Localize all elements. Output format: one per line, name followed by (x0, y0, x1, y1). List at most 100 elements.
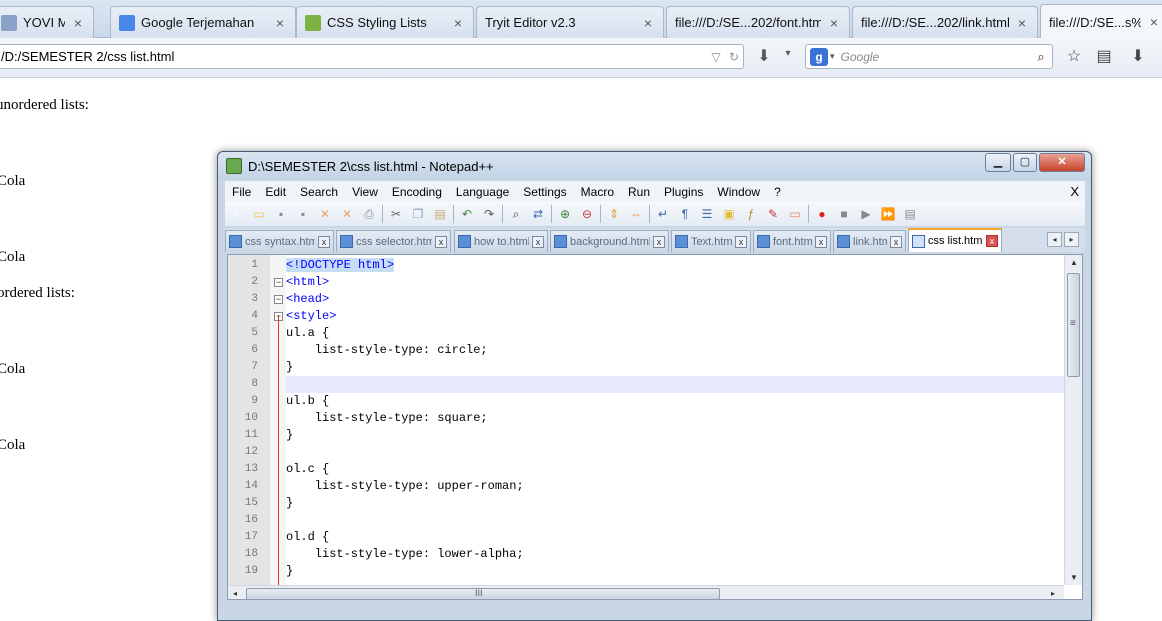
browser-tab[interactable]: Tryit Editor v2.3 × (476, 6, 664, 38)
horizontal-scrollbar[interactable]: ◂ III ▸ (228, 585, 1064, 599)
save-macro-icon[interactable]: ▤ (901, 205, 919, 223)
bookmark-star-icon[interactable]: ☆ (1063, 46, 1085, 68)
show-all-chars-icon[interactable]: ¶ (676, 205, 694, 223)
code-line[interactable]: } (286, 495, 1064, 512)
browser-tab[interactable]: YOVI MAHA ... × (0, 6, 94, 38)
save-icon[interactable]: ▪ (272, 205, 290, 223)
code-line[interactable] (286, 512, 1064, 529)
code-line[interactable]: ul.a { (286, 325, 1064, 342)
new-file-icon[interactable]: ▫ (228, 205, 246, 223)
download-dropdown-icon[interactable]: ▾ (780, 48, 796, 68)
sync-vertical-icon[interactable]: ⇕ (605, 205, 623, 223)
indent-guide-icon[interactable]: ☰ (698, 205, 716, 223)
close-document-icon[interactable]: X (1070, 184, 1085, 199)
open-file-icon[interactable]: ▭ (250, 205, 268, 223)
code-editor[interactable]: 12345678910111213141516171819 −−− <!DOCT… (227, 254, 1083, 600)
close-all-icon[interactable]: ✕ (338, 205, 356, 223)
menu-item[interactable]: Window (710, 185, 767, 199)
search-bar[interactable]: g ▾ Google ⌕ (805, 44, 1053, 69)
menu-item[interactable]: Macro (574, 185, 621, 199)
menu-item[interactable]: Settings (516, 185, 573, 199)
code-line[interactable] (286, 444, 1064, 461)
close-icon[interactable]: ✕ (316, 205, 334, 223)
horizontal-scroll-thumb[interactable]: III (246, 588, 720, 599)
menu-item[interactable]: Language (449, 185, 516, 199)
menu-item[interactable]: Search (293, 185, 345, 199)
window-title-bar[interactable]: D:\SEMESTER 2\css list.html - Notepad++ (218, 152, 1091, 180)
search-go-icon[interactable]: ⌕ (1030, 49, 1052, 65)
menu-item[interactable]: ? (767, 185, 788, 199)
menu-item[interactable]: View (345, 185, 385, 199)
document-tab[interactable]: css syntax.html x (225, 230, 334, 252)
code-line[interactable]: <html> (286, 274, 1064, 291)
code-line[interactable]: <head> (286, 291, 1064, 308)
save-all-icon[interactable]: ▪ (294, 205, 312, 223)
document-tab[interactable]: Text.html x (671, 230, 751, 252)
function-list-icon[interactable]: ƒ (742, 205, 760, 223)
menu-item[interactable]: Encoding (385, 185, 449, 199)
browser-tab[interactable]: Google Terjemahan × (110, 6, 296, 38)
monitoring-icon[interactable]: ▭ (786, 205, 804, 223)
minimize-button[interactable]: ▁ (985, 153, 1011, 172)
code-line[interactable]: list-style-type: square; (286, 410, 1064, 427)
code-line[interactable]: list-style-type: upper-roman; (286, 478, 1064, 495)
tab-close-icon[interactable]: × (451, 15, 465, 31)
tab-close-icon[interactable]: × (1147, 14, 1161, 30)
browser-tab[interactable]: file:///D:/SE...s%20list.html × (1040, 4, 1162, 39)
document-tab-close-icon[interactable]: x (435, 235, 447, 248)
copy-icon[interactable]: ❐ (409, 205, 427, 223)
vertical-scroll-thumb[interactable]: ≡ (1067, 273, 1080, 377)
zoom-out-icon[interactable]: ⊖ (578, 205, 596, 223)
document-tab-close-icon[interactable]: x (318, 235, 330, 248)
code-line[interactable]: ul.b { (286, 393, 1064, 410)
document-tab[interactable]: css list.html x (908, 228, 1002, 252)
sync-horizontal-icon[interactable]: ⇔ (627, 205, 645, 223)
document-tab[interactable]: how to.html x (454, 230, 548, 252)
scroll-right-icon[interactable]: ▸ (1051, 589, 1055, 598)
redo-icon[interactable]: ↷ (480, 205, 498, 223)
search-engine-dropdown-icon[interactable]: ▾ (830, 51, 835, 62)
document-map-icon[interactable]: ▣ (720, 205, 738, 223)
document-tab[interactable]: font.html x (753, 230, 831, 252)
run-macro-multiple-icon[interactable]: ⏩ (879, 205, 897, 223)
code-line[interactable] (286, 376, 1064, 393)
search-engine-icon[interactable]: g (810, 47, 828, 66)
menu-item[interactable]: Run (621, 185, 657, 199)
download-icon[interactable]: ⬇ (752, 46, 776, 68)
tab-close-icon[interactable]: × (1015, 15, 1029, 31)
browser-tab[interactable]: CSS Styling Lists × (296, 6, 474, 38)
document-tab-close-icon[interactable]: x (653, 235, 665, 248)
code-line[interactable]: } (286, 563, 1064, 580)
tab-close-icon[interactable]: × (273, 15, 287, 31)
downloads-icon[interactable]: ⬇ (1127, 46, 1149, 68)
scroll-left-icon[interactable]: ◂ (233, 589, 237, 598)
document-tab-close-icon[interactable]: x (890, 235, 902, 248)
document-tab[interactable]: background.html x (550, 230, 669, 252)
paste-icon[interactable]: ▤ (431, 205, 449, 223)
reload-icon[interactable]: ↻ (725, 50, 743, 64)
print-icon[interactable]: ⎙ (360, 205, 378, 223)
fold-toggle-icon[interactable]: − (274, 278, 283, 287)
folder-workspace-icon[interactable]: ✎ (764, 205, 782, 223)
scroll-down-icon[interactable]: ▼ (1070, 573, 1078, 582)
document-tab-close-icon[interactable]: x (532, 235, 544, 248)
code-line[interactable]: <!DOCTYPE html> (286, 257, 1064, 274)
document-tab[interactable]: link.htmlx (833, 230, 906, 252)
tab-scroll-right-icon[interactable]: ▸ (1064, 232, 1079, 247)
search-input[interactable]: Google (841, 50, 1030, 64)
menu-item[interactable]: Plugins (657, 185, 710, 199)
bookmark-page-icon[interactable]: ▽ (707, 50, 725, 64)
find-icon[interactable]: ⌕ (507, 205, 525, 223)
vertical-scrollbar[interactable]: ▲ ≡ ▼ (1064, 255, 1082, 585)
maximize-button[interactable]: ▢ (1013, 153, 1037, 172)
code-line[interactable]: list-style-type: circle; (286, 342, 1064, 359)
word-wrap-icon[interactable]: ↵ (654, 205, 672, 223)
code-line[interactable]: } (286, 427, 1064, 444)
undo-icon[interactable]: ↶ (458, 205, 476, 223)
menu-item[interactable]: Edit (258, 185, 293, 199)
code-line[interactable]: ol.d { (286, 529, 1064, 546)
code-line[interactable]: } (286, 359, 1064, 376)
tab-close-icon[interactable]: × (641, 15, 655, 31)
address-bar[interactable]: /D:/SEMESTER 2/css list.html ▽ ↻ (0, 44, 744, 69)
zoom-in-icon[interactable]: ⊕ (556, 205, 574, 223)
